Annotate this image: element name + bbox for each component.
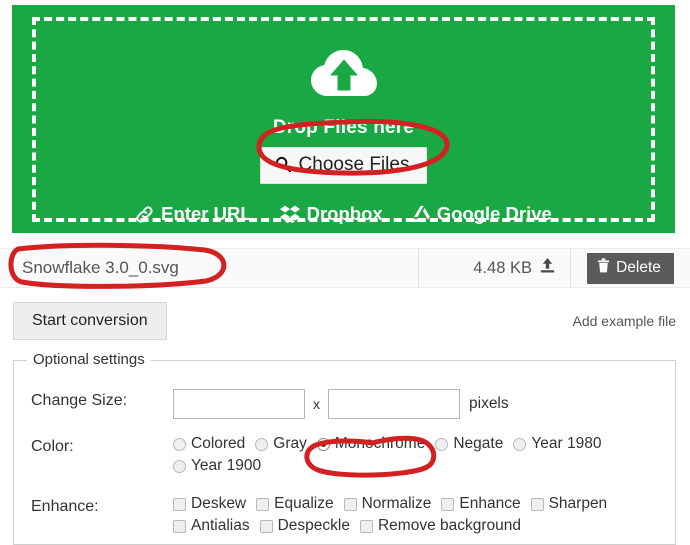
checkbox-enhance[interactable]: Enhance (441, 495, 521, 513)
upload-icon (539, 257, 556, 279)
trash-icon (597, 257, 610, 278)
radio-icon (513, 437, 527, 451)
checkbox-sharpen-label: Sharpen (548, 495, 608, 512)
dropbox-label: Dropbox (306, 203, 383, 224)
delete-button[interactable]: Delete (587, 252, 674, 284)
add-example-file-link[interactable]: Add example file (572, 313, 676, 329)
checkbox-equalize[interactable]: Equalize (256, 495, 334, 513)
checkbox-icon (441, 497, 455, 511)
radio-negate[interactable]: Negate (435, 435, 503, 453)
radio-gray[interactable]: Gray (255, 435, 307, 453)
uploaded-file-row: Snowflake 3.0_0.svg 4.48 KB Delete (0, 248, 690, 288)
radio-icon (435, 437, 449, 451)
google-drive-link[interactable]: Google Drive (410, 203, 552, 225)
radio-year-1900-label: Year 1900 (191, 457, 262, 474)
checkbox-enhance-label: Enhance (459, 495, 521, 512)
start-conversion-button[interactable]: Start conversion (13, 302, 167, 340)
checkbox-icon (259, 519, 273, 533)
file-size: 4.48 KB (473, 258, 532, 277)
checkbox-normalize[interactable]: Normalize (343, 495, 432, 513)
pixels-unit-label: pixels (469, 395, 509, 412)
dropbox-icon (279, 205, 300, 223)
checkbox-icon (173, 519, 186, 533)
radio-gray-label: Gray (273, 435, 307, 452)
enhance-row: Enhance: Deskew Equalize Normalize Enhan… (14, 495, 675, 539)
optional-settings-legend: Optional settings (27, 351, 151, 368)
change-size-width-input[interactable] (173, 389, 305, 419)
checkbox-equalize-label: Equalize (274, 495, 334, 512)
delete-label: Delete (616, 258, 661, 276)
google-drive-icon (410, 205, 430, 223)
delete-cell: Delete (570, 249, 690, 287)
radio-year-1900[interactable]: Year 1900 (173, 457, 261, 475)
enhance-label: Enhance: (31, 498, 99, 515)
checkbox-deskew[interactable]: Deskew (173, 495, 246, 513)
checkbox-despeckle[interactable]: Despeckle (259, 517, 350, 535)
checkbox-icon (359, 519, 373, 533)
choose-files-label: Choose Files (298, 154, 410, 175)
color-row: Color: Colored Gray Monochrome Negate Ye… (14, 435, 675, 479)
checkbox-sharpen[interactable]: Sharpen (530, 495, 608, 513)
checkbox-despeckle-label: Despeckle (277, 517, 350, 534)
action-bar: Start conversion Add example file (0, 296, 690, 346)
radio-colored-label: Colored (191, 435, 246, 452)
checkbox-icon (530, 497, 544, 511)
choose-files-button[interactable]: Choose Files (259, 147, 428, 184)
enter-url-label: Enter URL (161, 203, 252, 224)
enhance-checkbox-group: Deskew Equalize Normalize Enhance Sharpe… (173, 495, 673, 539)
dropzone-dashed-border: Drop Files here Choose Files Enter URL D… (32, 17, 655, 225)
checkbox-normalize-label: Normalize (361, 495, 432, 512)
google-drive-label: Google Drive (436, 203, 552, 224)
checkbox-icon (343, 497, 357, 511)
radio-monochrome[interactable]: Monochrome (316, 435, 426, 453)
search-icon (275, 156, 291, 175)
change-size-height-input[interactable] (328, 389, 460, 419)
radio-icon-selected (316, 437, 330, 451)
service-links: Enter URL Dropbox Google Drive (36, 203, 651, 225)
radio-icon (173, 437, 186, 451)
change-size-label: Change Size: (31, 392, 128, 409)
optional-settings-panel: Optional settings Change Size: x pixels … (13, 351, 676, 545)
checkbox-remove-background[interactable]: Remove background (359, 517, 521, 535)
checkbox-remove-background-label: Remove background (377, 517, 521, 534)
cloud-upload-icon (36, 39, 651, 105)
file-size-cell: 4.48 KB (418, 249, 570, 287)
radio-year-1980-label: Year 1980 (531, 435, 602, 452)
link-icon (135, 205, 154, 224)
color-radio-group: Colored Gray Monochrome Negate Year 1980… (173, 435, 673, 479)
checkbox-deskew-label: Deskew (191, 495, 247, 512)
radio-icon (255, 437, 269, 451)
change-size-row: Change Size: x pixels (14, 389, 675, 419)
checkbox-icon (173, 497, 186, 511)
checkbox-antialias-label: Antialias (191, 517, 250, 534)
radio-year-1980[interactable]: Year 1980 (513, 435, 601, 453)
enter-url-link[interactable]: Enter URL (135, 203, 252, 225)
radio-monochrome-label: Monochrome (334, 435, 426, 452)
drop-files-label: Drop Files here (272, 117, 415, 138)
file-name: Snowflake 3.0_0.svg (22, 258, 179, 277)
radio-colored[interactable]: Colored (173, 435, 245, 453)
size-separator: x (313, 396, 320, 412)
color-label: Color: (31, 438, 74, 455)
file-dropzone[interactable]: Drop Files here Choose Files Enter URL D… (12, 5, 675, 233)
dropbox-link[interactable]: Dropbox (279, 203, 383, 225)
radio-icon (173, 459, 186, 473)
checkbox-icon (256, 497, 270, 511)
checkbox-antialias[interactable]: Antialias (173, 517, 250, 535)
radio-negate-label: Negate (453, 435, 504, 452)
